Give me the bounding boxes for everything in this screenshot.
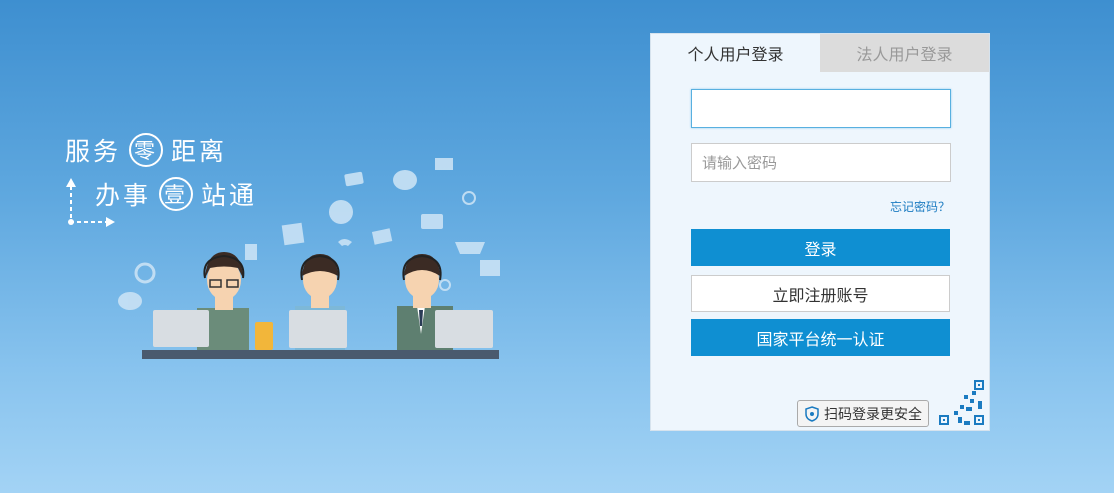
hero-illustration: 服务 零 距离 办事 壹 站通 bbox=[55, 120, 525, 370]
globe-icon bbox=[329, 200, 353, 224]
login-tabs: 个人用户登录 法人用户登录 bbox=[651, 34, 989, 72]
mail-icon bbox=[435, 158, 453, 170]
register-button[interactable]: 立即注册账号 bbox=[691, 275, 950, 312]
mail-icon bbox=[480, 260, 500, 276]
card-icon bbox=[371, 228, 393, 245]
password-input[interactable] bbox=[691, 143, 951, 182]
gear-icon bbox=[462, 191, 476, 205]
agent-man-right bbox=[397, 254, 493, 350]
customer-service-scene bbox=[118, 158, 500, 359]
login-button[interactable]: 登录 bbox=[691, 229, 950, 266]
chat-bubble-icon bbox=[118, 292, 142, 310]
login-panel: 个人用户登录 法人用户登录 忘记密码？ 登录 立即注册账号 国家平台统一认证 扫… bbox=[650, 33, 990, 431]
monitor-icon bbox=[421, 214, 443, 229]
qr-code-icon[interactable] bbox=[934, 375, 989, 430]
thumb-icon bbox=[245, 244, 257, 260]
basket-icon bbox=[455, 242, 485, 254]
gear-icon bbox=[134, 262, 156, 284]
tab-corporate-login[interactable]: 法人用户登录 bbox=[820, 34, 989, 72]
document-icon bbox=[281, 222, 305, 246]
forgot-password-link[interactable]: 忘记密码？ bbox=[890, 198, 950, 215]
card-icon bbox=[344, 171, 364, 187]
username-input[interactable] bbox=[691, 89, 951, 128]
gear-icon bbox=[439, 279, 451, 291]
agent-woman bbox=[153, 252, 273, 350]
desk bbox=[142, 350, 499, 359]
qr-login-button[interactable]: 扫码登录更安全 bbox=[797, 400, 929, 427]
national-auth-button[interactable]: 国家平台统一认证 bbox=[691, 319, 950, 356]
shield-icon bbox=[805, 405, 819, 422]
phone-icon bbox=[338, 239, 352, 246]
chat-bubble-icon bbox=[393, 170, 417, 190]
tab-personal-login[interactable]: 个人用户登录 bbox=[651, 34, 820, 72]
agent-man-center bbox=[289, 254, 347, 350]
qr-login-label: 扫码登录更安全 bbox=[824, 406, 922, 423]
